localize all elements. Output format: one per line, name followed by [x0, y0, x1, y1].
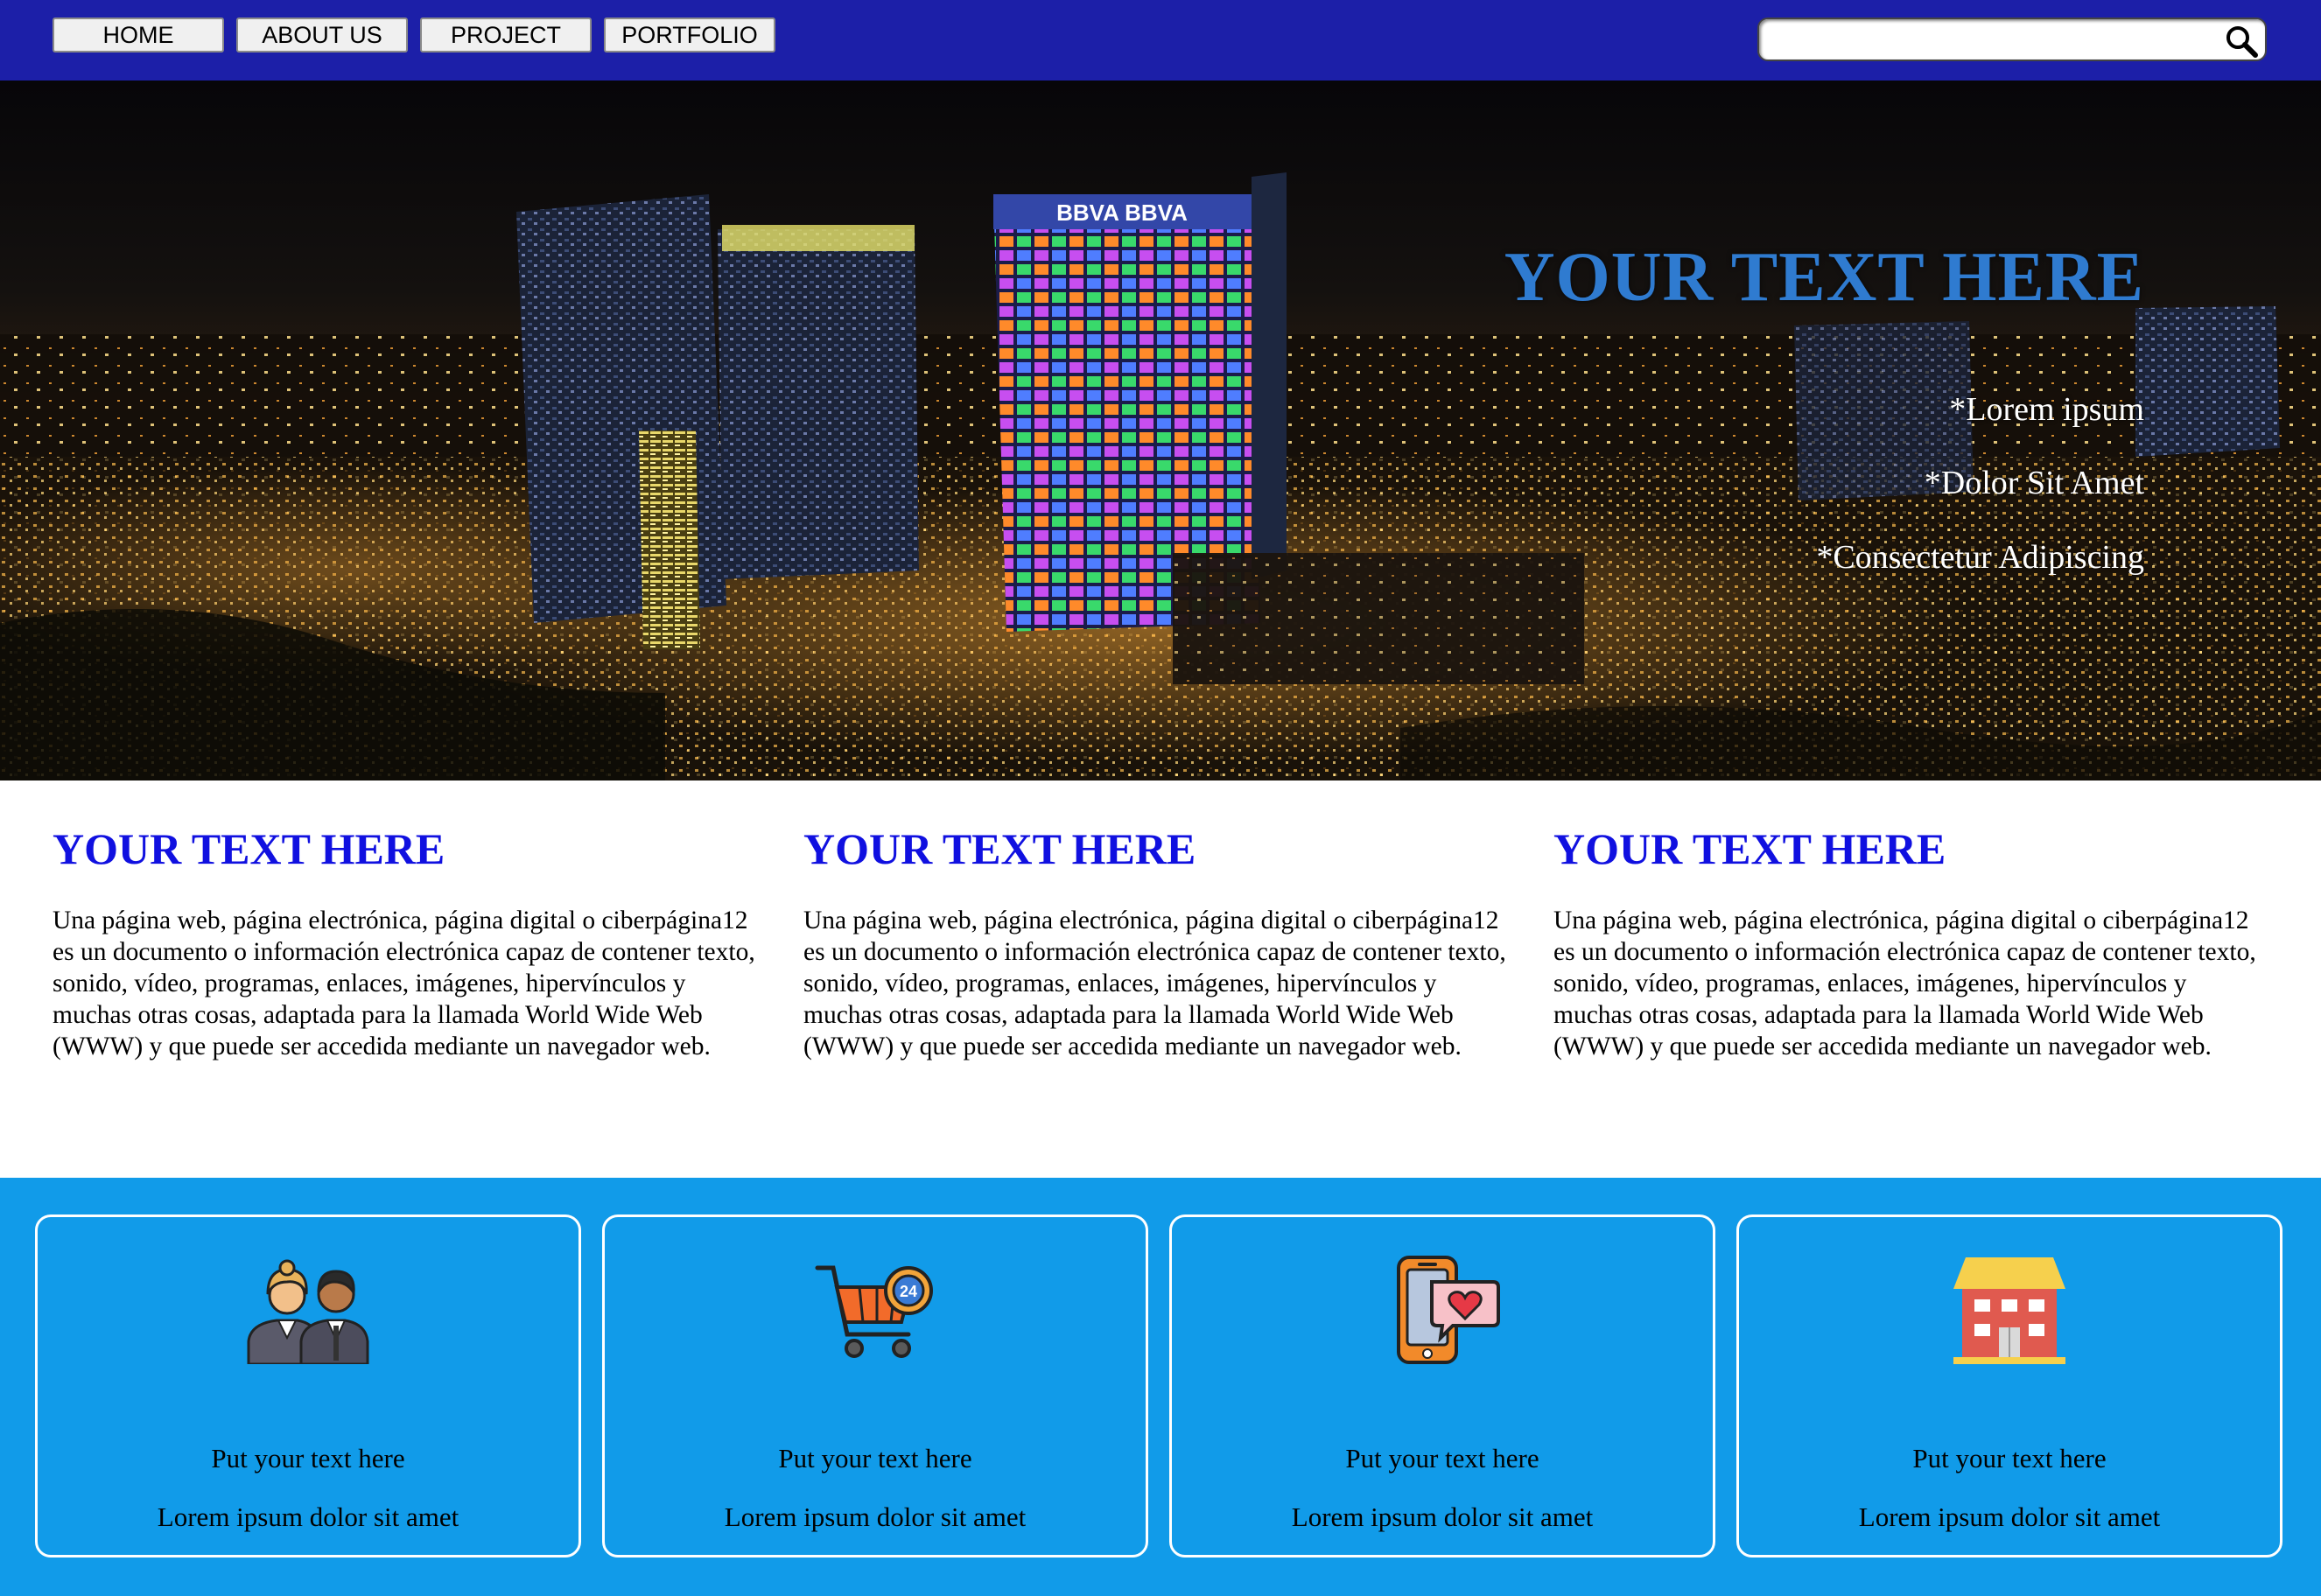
column-title: YOUR TEXT HERE — [53, 824, 445, 873]
column-title: YOUR TEXT HERE — [803, 824, 1196, 873]
shopping-cart-24h-icon: 24 — [815, 1265, 933, 1358]
svg-text:24: 24 — [900, 1283, 917, 1300]
card-subtitle: Lorem ipsum dolor sit amet — [1291, 1502, 1594, 1532]
card-title: Put your text here — [211, 1443, 405, 1474]
hero-title: YOUR TEXT HERE — [1504, 239, 2144, 316]
card-subtitle: Lorem ipsum dolor sit amet — [1858, 1502, 2161, 1532]
people-icon — [247, 1259, 369, 1364]
feature-card[interactable]: Put your text here Lorem ipsum dolor sit… — [1736, 1214, 2282, 1558]
hero-bullet: *Dolor Sit Amet — [1924, 465, 2144, 501]
feature-card[interactable]: Put your text here Lorem ipsum dolor sit… — [35, 1214, 581, 1558]
city-night-image: BBVA BBVA — [0, 80, 2321, 780]
card-title: Put your text here — [1345, 1443, 1539, 1474]
card-title: Put your text here — [1912, 1443, 2107, 1474]
hero-bullet: *Lorem ipsum — [1949, 391, 2144, 428]
column-body: Una página web, página electrónica, pági… — [803, 906, 1506, 1060]
column-body: Una página web, página electrónica, pági… — [53, 906, 755, 1060]
feature-card[interactable]: 24 Put your text here Lorem ipsum dolor … — [602, 1214, 1148, 1558]
text-column: YOUR TEXT HERE Una página web, página el… — [803, 824, 1521, 1062]
store-icon — [1953, 1257, 2065, 1364]
nav-project-button[interactable]: PROJECT — [420, 18, 592, 52]
phone-heart-icon — [1397, 1256, 1500, 1364]
text-column: YOUR TEXT HERE Una página web, página el… — [53, 824, 770, 1062]
search-box — [1757, 18, 2267, 61]
card-title: Put your text here — [778, 1443, 972, 1474]
card-subtitle: Lorem ipsum dolor sit amet — [724, 1502, 1027, 1532]
hero-bullet: *Consectetur Adipiscing — [1816, 539, 2144, 576]
top-nav-bar: HOME ABOUT US PROJECT PORTFOLIO — [0, 0, 2321, 80]
hero-banner: BBVA BBVA YOUR TEXT HERE *Lorem ipsum *D… — [0, 80, 2321, 780]
nav-about-us-button[interactable]: ABOUT US — [236, 18, 408, 52]
nav-home-button[interactable]: HOME — [53, 18, 224, 52]
text-column: YOUR TEXT HERE Una página web, página el… — [1553, 824, 2271, 1062]
card-subtitle: Lorem ipsum dolor sit amet — [157, 1502, 459, 1532]
search-icon[interactable] — [2223, 23, 2260, 60]
building-sign: BBVA BBVA — [1056, 200, 1188, 226]
column-title: YOUR TEXT HERE — [1553, 824, 1946, 873]
column-body: Una página web, página electrónica, pági… — [1553, 906, 2256, 1060]
nav-portfolio-button[interactable]: PORTFOLIO — [604, 18, 775, 52]
feature-card[interactable]: Put your text here Lorem ipsum dolor sit… — [1169, 1214, 1715, 1558]
search-input[interactable] — [1771, 24, 2212, 56]
feature-band: Put your text here Lorem ipsum dolor sit… — [0, 1178, 2321, 1596]
